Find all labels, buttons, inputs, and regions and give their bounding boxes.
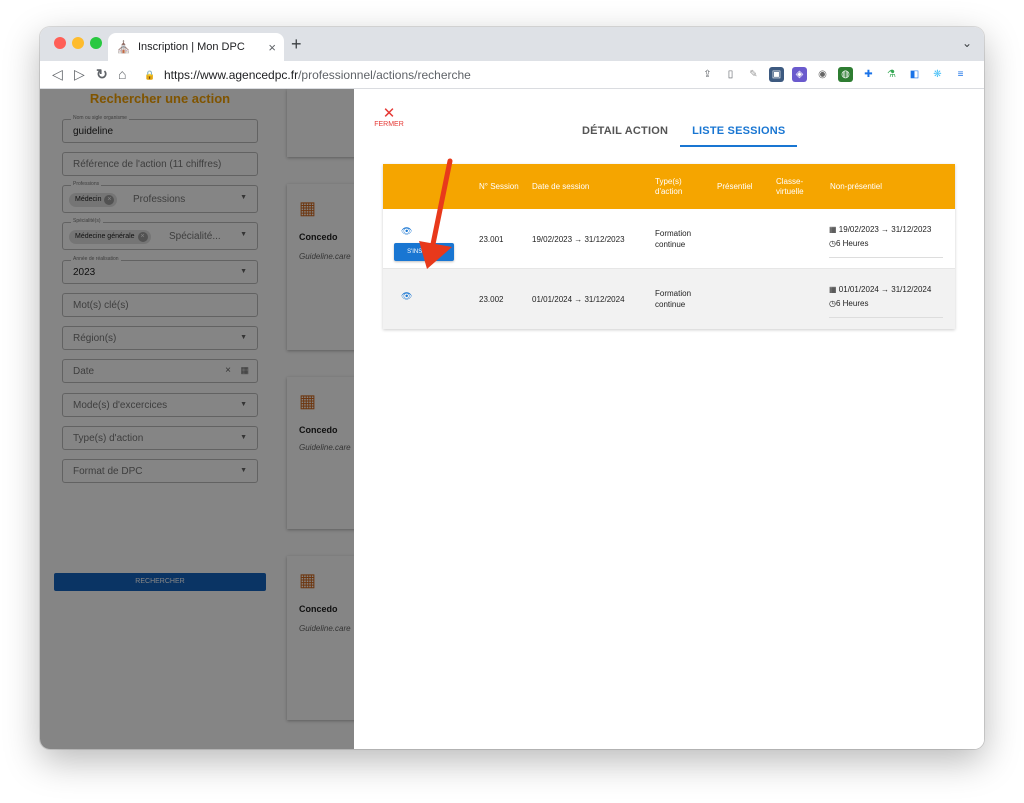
session-number: 23.002 <box>479 294 504 304</box>
tab-close-icon[interactable]: × <box>268 40 276 55</box>
header-session: N° Session <box>479 181 519 191</box>
extension-icons: ⇪ ▯ ✎ ▣ ◈ ◉ ◍ ✚ ⚗ ◧ ❋ ≡ <box>700 67 968 82</box>
url-path: /professionnel/actions/recherche <box>298 68 471 82</box>
calendar-icon: ▦ <box>829 285 837 294</box>
lock-icon: 🔒 <box>144 70 156 80</box>
browser-toolbar: ◁ ▷ ↻ ⌂ 🔒 https://www.agencedpc.fr/profe… <box>40 61 984 89</box>
np-duration: 6 Heures <box>835 239 869 248</box>
calendar-icon: ▦ <box>829 225 837 234</box>
url-host: https://www.agencedpc.fr <box>164 68 299 82</box>
drawer-tabs: DÉTAIL ACTION LISTE SESSIONS <box>570 123 798 147</box>
close-button[interactable]: ✕ FERMER <box>372 105 406 128</box>
forward-icon[interactable]: ▷ <box>74 66 85 83</box>
menu-icon[interactable]: ≡ <box>953 67 968 82</box>
sinscrire-button[interactable]: S'INSCRIRE <box>394 243 454 261</box>
non-presentiel-cell: ▦ 01/01/2024 → 31/12/2024 ◷6 Heures <box>829 283 943 318</box>
header-presentiel: Présentiel <box>717 181 753 191</box>
bookmark-icon[interactable]: ▯ <box>723 67 738 82</box>
clock-icon: ◷ <box>829 299 836 308</box>
session-dates: 19/02/2023 → 31/12/2023 <box>532 234 625 244</box>
profile-icon[interactable]: ❋ <box>930 67 945 82</box>
np-duration: 6 Heures <box>835 299 869 308</box>
extension-2-icon[interactable]: ◈ <box>792 67 807 82</box>
close-window-button[interactable] <box>54 37 66 49</box>
browser-tab[interactable]: ⛪ Inscription | Mon DPC × <box>108 33 284 61</box>
session-type: Formation continue <box>655 289 692 309</box>
maximize-window-button[interactable] <box>90 37 102 49</box>
extension-3-icon[interactable]: ◉ <box>815 67 830 82</box>
browser-window: ⛪ Inscription | Mon DPC × + ⌄ ◁ ▷ ↻ ⌂ 🔒 … <box>40 27 984 749</box>
flask-icon[interactable]: ⚗ <box>884 67 899 82</box>
tab-list-chevron-icon[interactable]: ⌄ <box>962 36 972 50</box>
close-icon: ✕ <box>382 105 396 122</box>
eye-icon[interactable]: 👁 <box>401 226 412 237</box>
site-favicon-icon: ⛪ <box>116 40 131 54</box>
address-bar[interactable]: 🔒 https://www.agencedpc.fr/professionnel… <box>144 64 714 86</box>
session-drawer: ✕ FERMER DÉTAIL ACTION LISTE SESSIONS N°… <box>354 89 984 749</box>
back-icon[interactable]: ◁ <box>52 66 63 83</box>
tab-title: Inscription | Mon DPC <box>138 41 245 53</box>
modal-overlay[interactable] <box>40 89 354 749</box>
close-label: FERMER <box>374 121 404 128</box>
table-header: N° Session Date de session Type(s) d'act… <box>383 164 955 209</box>
header-non-presentiel: Non-présentiel <box>830 181 883 191</box>
reader-icon[interactable]: ✎ <box>746 67 761 82</box>
session-dates: 01/01/2024 → 31/12/2024 <box>532 294 625 304</box>
clock-icon: ◷ <box>829 239 836 248</box>
sidebar-icon[interactable]: ◧ <box>907 67 922 82</box>
table-row: 👁 23.002 01/01/2024 → 31/12/2024 Formati… <box>383 269 955 329</box>
tab-liste-sessions[interactable]: LISTE SESSIONS <box>680 123 798 147</box>
page-content: Rechercher une action Nom ou sigle organ… <box>40 89 984 749</box>
session-type: Formation continue <box>655 229 692 249</box>
reload-icon[interactable]: ↻ <box>96 66 108 83</box>
header-type: Type(s) d'action <box>655 176 683 196</box>
non-presentiel-cell: ▦ 19/02/2023 → 31/12/2023 ◷6 Heures <box>829 223 943 258</box>
minimize-window-button[interactable] <box>72 37 84 49</box>
tab-bar: ⛪ Inscription | Mon DPC × + ⌄ <box>40 27 984 61</box>
tab-detail-action[interactable]: DÉTAIL ACTION <box>570 123 680 147</box>
header-date: Date de session <box>532 181 590 191</box>
home-icon[interactable]: ⌂ <box>118 66 126 82</box>
header-classe-virtuelle: Classe-virtuelle <box>776 176 804 196</box>
table-row: 👁 S'INSCRIRE 23.001 19/02/2023 → 31/12/2… <box>383 209 955 269</box>
np-dates: 19/02/2023 → 31/12/2023 <box>838 225 932 234</box>
share-icon[interactable]: ⇪ <box>700 67 715 82</box>
sessions-table: N° Session Date de session Type(s) d'act… <box>383 164 955 329</box>
eye-icon[interactable]: 👁 <box>401 291 412 302</box>
extension-1-icon[interactable]: ▣ <box>769 67 784 82</box>
np-dates: 01/01/2024 → 31/12/2024 <box>838 285 932 294</box>
session-number: 23.001 <box>479 234 504 244</box>
new-tab-button[interactable]: + <box>291 34 302 55</box>
extension-4-icon[interactable]: ◍ <box>838 67 853 82</box>
puzzle-icon[interactable]: ✚ <box>861 67 876 82</box>
